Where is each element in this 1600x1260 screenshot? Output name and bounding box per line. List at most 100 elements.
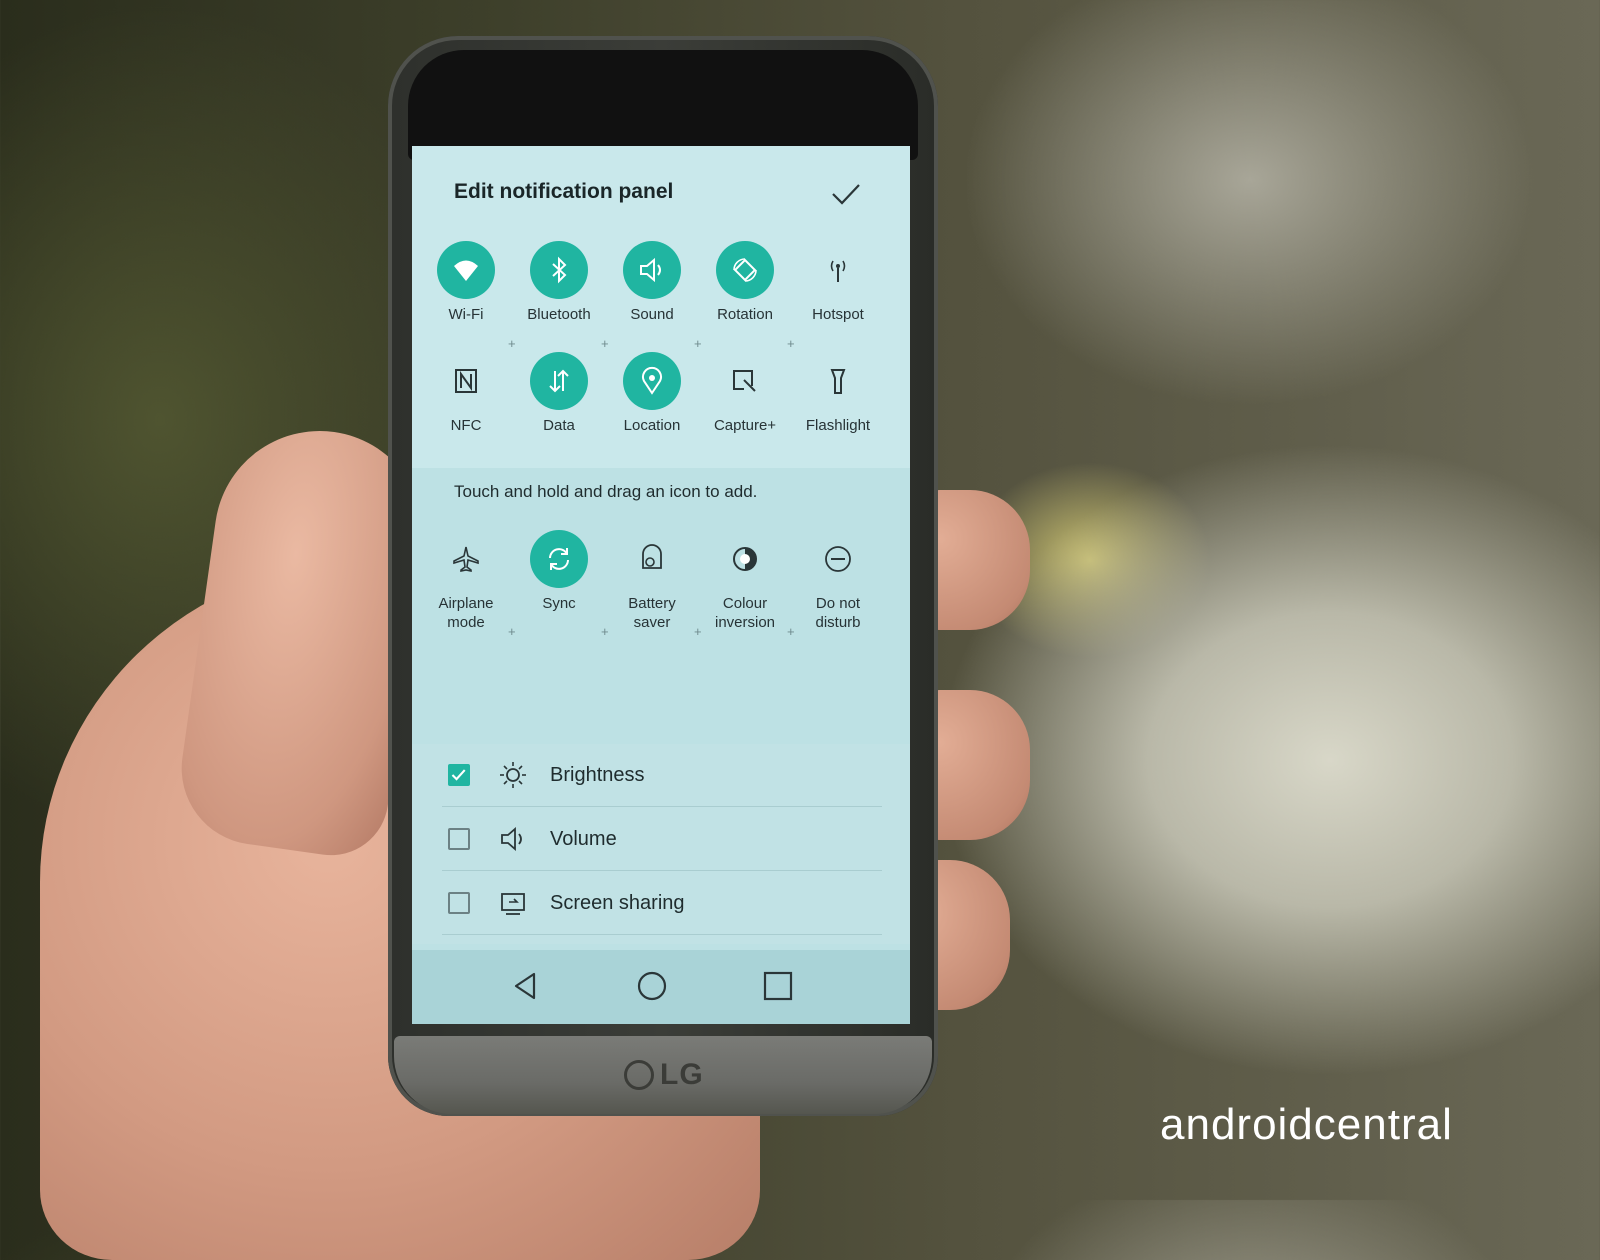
tile-label: Location — [623, 417, 681, 434]
tile-bluetooth[interactable]: Bluetooth — [511, 241, 607, 341]
navigation-bar — [412, 950, 910, 1024]
tile-icon-wrap — [809, 530, 867, 588]
checkbox[interactable] — [448, 764, 470, 786]
sound-icon — [640, 257, 661, 283]
tile-icon-wrap — [437, 352, 495, 410]
tile-label: Sound — [630, 306, 674, 323]
tile-label-line1: Colour — [722, 595, 768, 612]
list-item-icon-wrap — [498, 760, 528, 790]
plus-marker: + — [787, 624, 795, 639]
tile-label: Battery saver — [604, 594, 700, 632]
tile-label-line2: inversion — [714, 614, 776, 631]
tile-location[interactable]: Location — [604, 352, 700, 452]
list-item-label: Brightness — [550, 764, 645, 786]
do-not-disturb-icon — [825, 546, 851, 572]
screen-sharing-icon — [501, 893, 525, 915]
list-item-icon-wrap — [498, 824, 528, 854]
tile-label-line1: Do not — [815, 595, 861, 612]
tile-label: Rotation — [717, 306, 773, 323]
tile-do-not-disturb[interactable]: Do not disturb — [790, 530, 886, 632]
tile-label-line2: saver — [633, 614, 671, 631]
lg-logo: LG — [624, 1058, 714, 1092]
slider-option-volume[interactable]: Volume — [442, 808, 882, 871]
panel-header: Edit notification panel — [454, 180, 884, 220]
tile-label-line1: Battery — [628, 595, 676, 612]
tile-label: Sync — [511, 594, 607, 613]
drag-hint: Touch and hold and drag an icon to add. — [454, 482, 758, 501]
slider-option-screen-sharing[interactable]: Screen sharing — [442, 872, 882, 935]
home-icon[interactable] — [634, 968, 670, 1004]
sync-icon — [549, 548, 569, 570]
lg-logo-circle — [624, 1060, 654, 1090]
tile-colour-inversion[interactable]: Colour inversion — [697, 530, 793, 632]
rotation-icon — [733, 258, 757, 282]
page-title: Edit notification panel — [454, 180, 674, 203]
tile-capture[interactable]: Capture+ — [697, 352, 793, 452]
phone-screen: Edit notification panel Wi-Fi Bluetooth So… — [412, 146, 910, 1024]
hotspot-icon — [830, 260, 846, 282]
tile-label: Hotspot — [812, 306, 864, 323]
tile-label: Wi-Fi — [448, 306, 484, 323]
data-icon — [549, 369, 569, 393]
tile-wi-fi[interactable]: Wi-Fi — [418, 241, 514, 341]
tile-icon-wrap — [809, 241, 867, 299]
nfc-icon — [455, 369, 477, 393]
colour-inversion-icon — [733, 547, 757, 571]
tile-icon-wrap — [623, 530, 681, 588]
tile-icon-wrap — [716, 530, 774, 588]
phone-top-bezel — [408, 50, 918, 160]
tile-rotation[interactable]: Rotation — [697, 241, 793, 341]
tile-label: Capture+ — [713, 417, 777, 434]
tile-icon-wrap — [530, 352, 588, 410]
tile-icon-wrap — [623, 241, 681, 299]
back-icon[interactable] — [508, 968, 544, 1004]
tile-icon-wrap — [623, 352, 681, 410]
checkmark-icon[interactable] — [828, 176, 864, 212]
tile-icon-wrap — [809, 352, 867, 410]
battery-saver-icon — [642, 544, 662, 569]
plus-marker: + — [601, 624, 609, 639]
tile-icon-wrap — [437, 241, 495, 299]
plus-marker: + — [694, 336, 702, 351]
tile-label: Flashlight — [805, 417, 871, 434]
volume-icon — [501, 827, 522, 851]
lg-logo-text: LG — [660, 1058, 704, 1091]
checkbox[interactable] — [448, 828, 470, 850]
tile-label-line1: Sync — [542, 595, 576, 612]
active-tiles-section: Edit notification panel Wi-Fi Bluetooth So… — [412, 146, 910, 468]
tile-sync[interactable]: Sync — [511, 530, 607, 630]
list-item-label: Volume — [550, 828, 617, 850]
slider-option-brightness[interactable]: Brightness — [442, 744, 882, 807]
tile-airplane-mode[interactable]: Airplane mode — [418, 530, 514, 631]
available-tiles: Airplane mode Sync Battery saver Colour invers… — [418, 530, 904, 640]
phone-chin: LG — [394, 1036, 932, 1114]
tile-label: Colour inversion — [697, 594, 793, 632]
tile-hotspot[interactable]: Hotspot — [790, 241, 886, 341]
tile-icon-wrap — [530, 241, 588, 299]
recents-icon[interactable] — [760, 968, 796, 1004]
brightness-icon — [500, 762, 526, 788]
slider-options-list: Brightness Volume Screen sharing — [412, 744, 910, 944]
plus-marker: + — [508, 336, 516, 351]
watermark-logo: androidcentral — [1160, 1100, 1453, 1149]
plus-marker: + — [694, 624, 702, 639]
tile-label: NFC — [450, 417, 482, 434]
plus-marker: + — [601, 336, 609, 351]
tile-label-line2: mode — [447, 614, 485, 631]
plus-marker: + — [508, 624, 516, 639]
tile-icon-wrap — [437, 530, 495, 588]
tile-battery-saver[interactable]: Battery saver — [604, 530, 700, 632]
tile-icon-wrap — [716, 241, 774, 299]
list-item-icon-wrap — [498, 888, 528, 918]
tile-flashlight[interactable]: Flashlight — [790, 352, 886, 452]
tile-icon-wrap — [530, 530, 588, 588]
tile-sound[interactable]: Sound — [604, 241, 700, 341]
flashlight-icon — [830, 369, 846, 394]
list-item-label: Screen sharing — [550, 892, 685, 914]
checkbox[interactable] — [448, 892, 470, 914]
tile-nfc[interactable]: NFC — [418, 352, 514, 452]
tile-label: Do not disturb — [790, 594, 886, 632]
tile-label: Bluetooth — [527, 306, 591, 323]
tile-data[interactable]: Data — [511, 352, 607, 452]
checkmark-icon — [451, 769, 466, 781]
